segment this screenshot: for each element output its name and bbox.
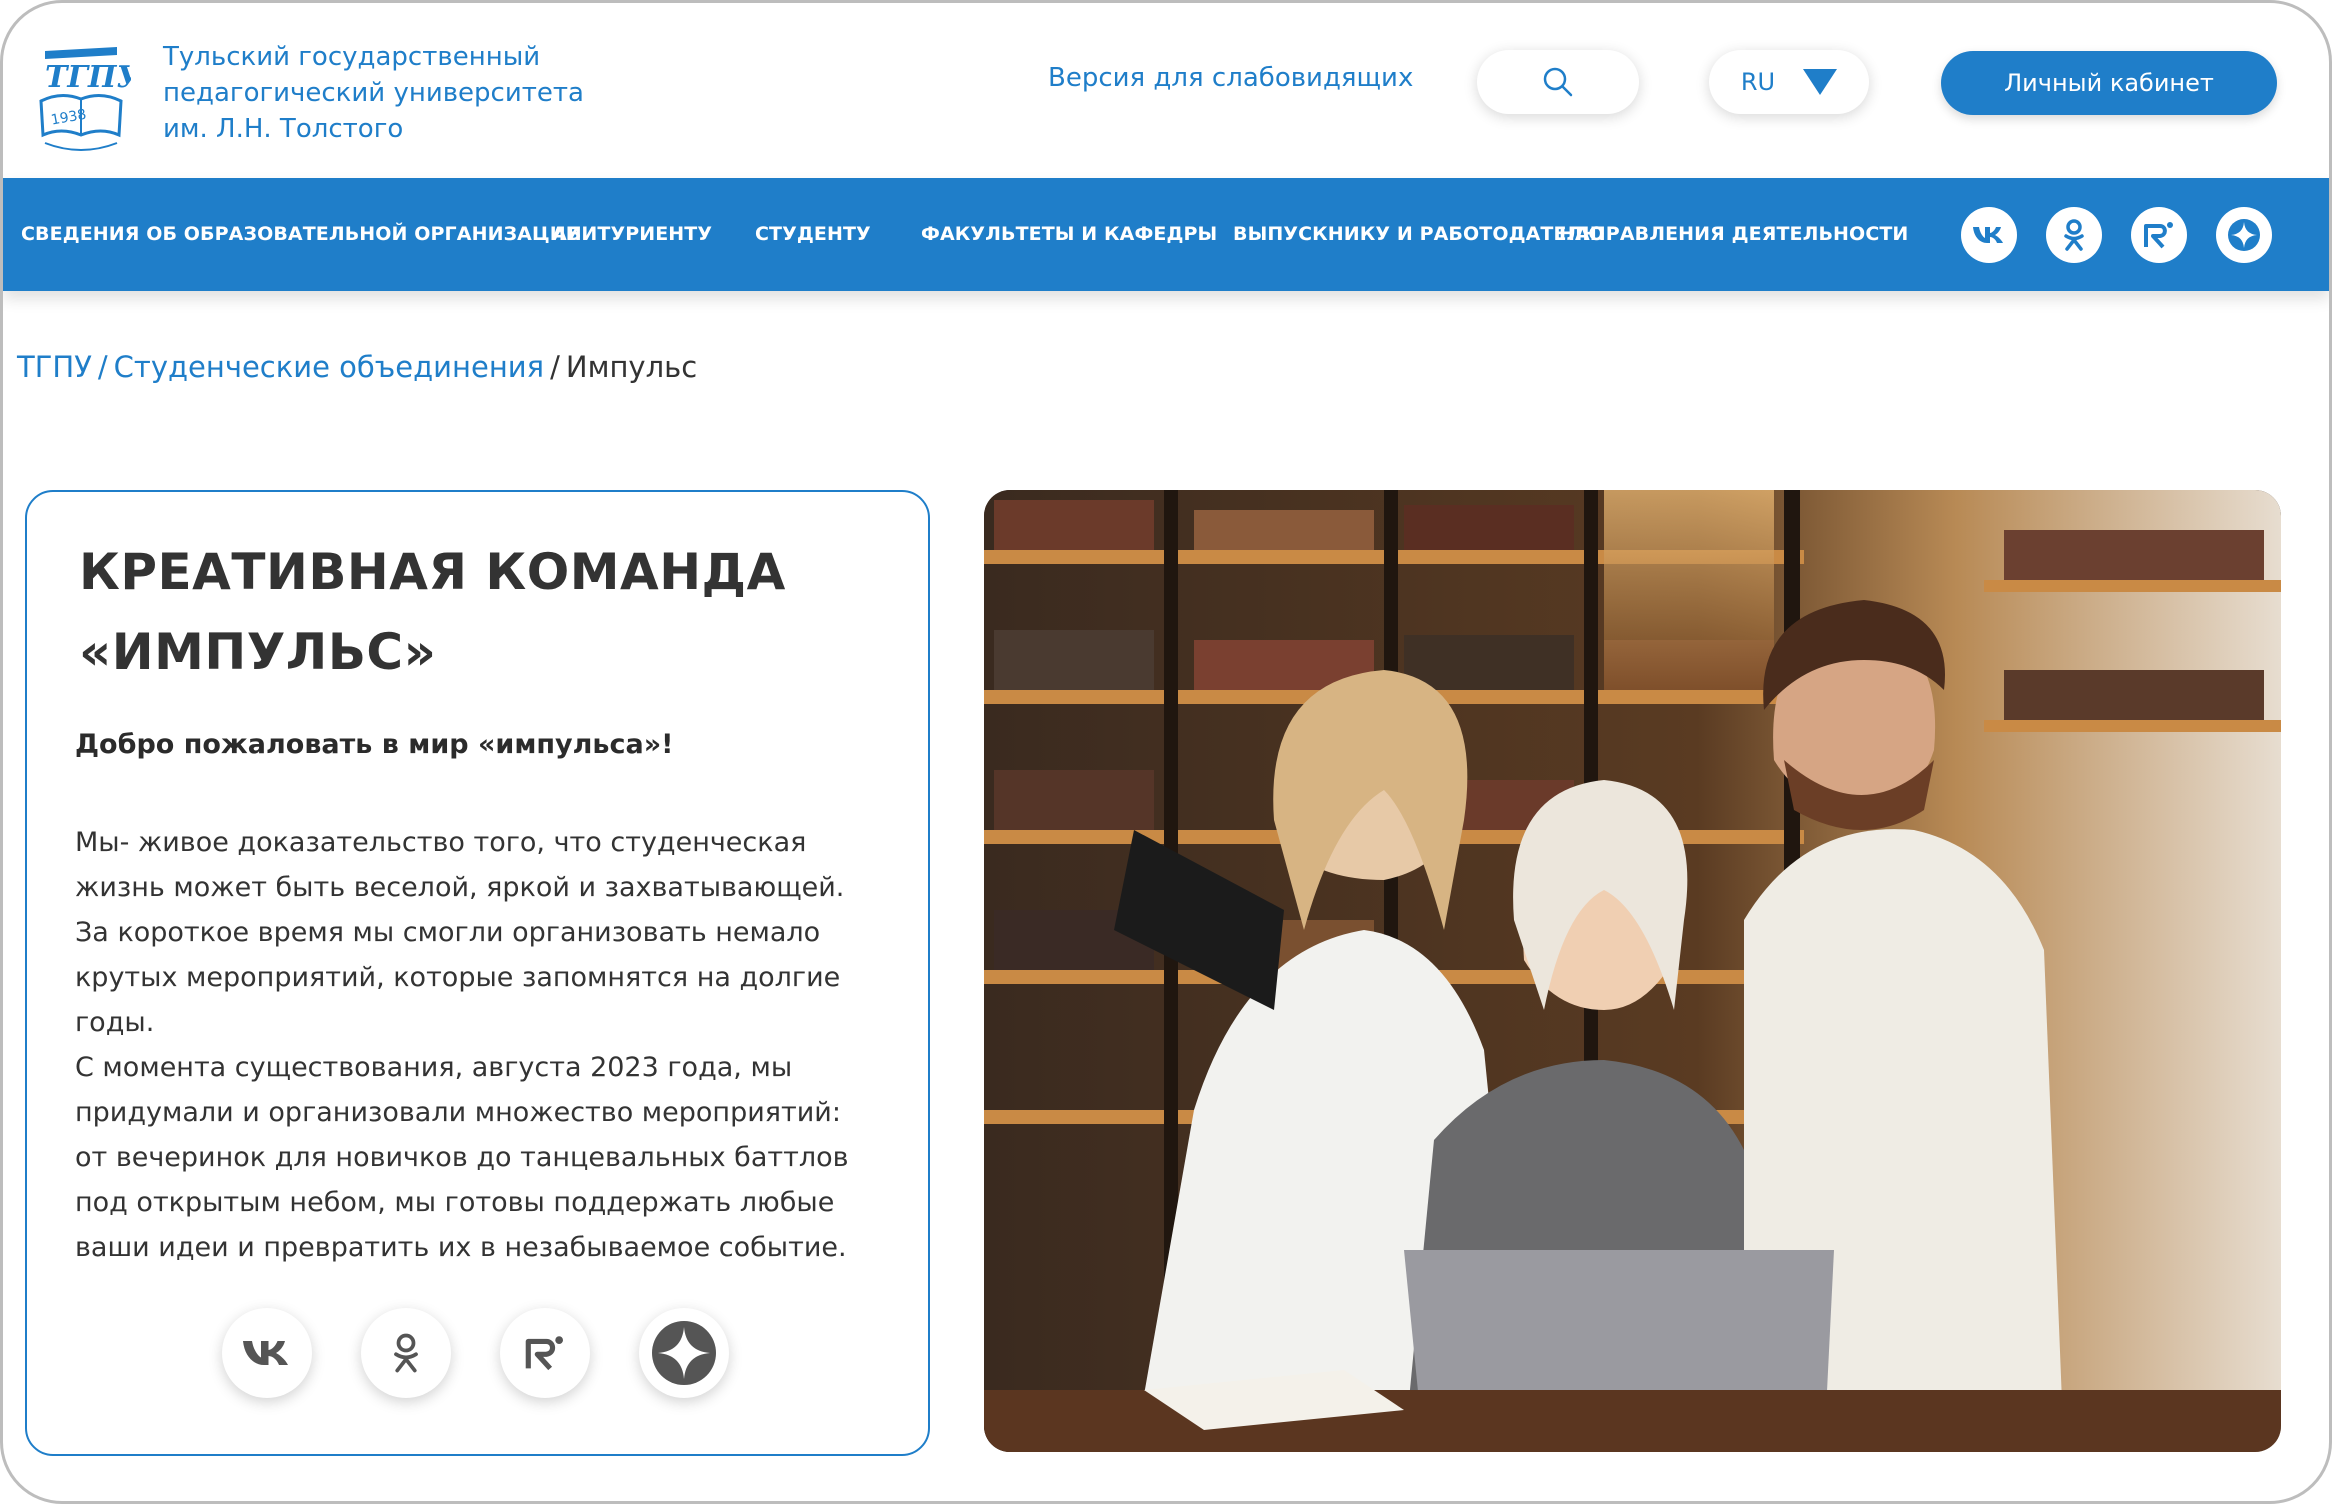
page-title-line-2: «ИМПУЛЬС» xyxy=(79,623,437,681)
description-line: под открытым небом, мы готовы поддержать… xyxy=(75,1187,835,1218)
site-header: ТГПУ 1938 Тульский государственный педаг… xyxy=(3,3,2329,178)
university-logo[interactable]: ТГПУ 1938 xyxy=(31,39,143,159)
logo-emblem-icon: ТГПУ 1938 xyxy=(39,47,143,151)
breadcrumb-home[interactable]: ТГПУ xyxy=(17,350,92,384)
search-button[interactable] xyxy=(1477,50,1639,114)
personal-cabinet-button[interactable]: Личный кабинет xyxy=(1941,51,2277,115)
university-name-line-2: педагогический университета xyxy=(163,78,584,108)
university-name-line-1: Тульский государственный xyxy=(163,42,541,72)
description-line: Мы- живое доказательство того, что студе… xyxy=(75,827,807,858)
breadcrumb: ТГПУ / Студенческие объединения / Импульс xyxy=(17,350,697,384)
description-line: За короткое время мы смогли организовать… xyxy=(75,917,821,948)
vk-icon xyxy=(243,1341,288,1365)
card-dzen-button[interactable] xyxy=(639,1308,729,1398)
odnoklassniki-icon xyxy=(2064,219,2084,251)
nav-item-organization[interactable]: СВЕДЕНИЯ ОБ ОБРАЗОВАТЕЛЬНОЙ ОРГАНИЗАЦИИ xyxy=(21,178,582,291)
main-navigation: СВЕДЕНИЯ ОБ ОБРАЗОВАТЕЛЬНОЙ ОРГАНИЗАЦИИ … xyxy=(3,178,2329,291)
nav-item-faculties[interactable]: ФАКУЛЬТЕТЫ И КАФЕДРЫ xyxy=(921,178,1217,291)
page-title: КРЕАТИВНАЯ КОМАНДА «ИМПУЛЬС» xyxy=(79,532,879,692)
nav-item-students[interactable]: СТУДЕНТУ xyxy=(755,178,871,291)
search-icon xyxy=(1543,67,1573,97)
description-line: крутых мероприятий, которые запомнятся н… xyxy=(75,962,841,993)
breadcrumb-section[interactable]: Студенческие объединения xyxy=(114,350,544,384)
vk-icon xyxy=(1973,227,2003,243)
rutube-icon xyxy=(2144,222,2173,249)
odnoklassniki-icon xyxy=(394,1333,418,1373)
nav-vk-button[interactable] xyxy=(1961,207,2017,263)
card-description: Мы- живое доказательство того, что студе… xyxy=(75,820,905,1270)
card-subtitle: Добро пожаловать в мир «импульса»! xyxy=(75,729,674,760)
card-rutube-button[interactable] xyxy=(500,1308,590,1398)
nav-dzen-button[interactable] xyxy=(2216,207,2272,263)
description-line: С момента существования, августа 2023 го… xyxy=(75,1052,793,1083)
breadcrumb-current: Импульс xyxy=(565,350,698,384)
dzen-icon xyxy=(2228,219,2260,251)
card-vk-button[interactable] xyxy=(222,1308,312,1398)
nav-item-applicants[interactable]: АБИТУРИЕНТУ xyxy=(552,178,712,291)
nav-ok-button[interactable] xyxy=(2046,207,2102,263)
description-line: жизнь может быть веселой, яркой и захват… xyxy=(75,872,845,903)
description-line: ваши идеи и превратить их в незабываемое… xyxy=(75,1232,847,1263)
nav-rutube-button[interactable] xyxy=(2131,207,2187,263)
page-title-line-1: КРЕАТИВНАЯ КОМАНДА xyxy=(79,543,786,601)
university-name[interactable]: Тульский государственный педагогический … xyxy=(163,39,623,147)
university-name-line-3: им. Л.Н. Толстого xyxy=(163,114,404,144)
nav-item-graduates[interactable]: ВЫПУСКНИКУ И РАБОТОДАТЕЛЮ xyxy=(1233,178,1605,291)
rutube-icon xyxy=(525,1336,563,1371)
description-line: годы. xyxy=(75,1007,155,1038)
nav-item-activities[interactable]: НАПРАВЛЕНИЯ ДЕЯТЕЛЬНОСТИ xyxy=(1559,178,1908,291)
language-value: RU xyxy=(1740,68,1776,96)
info-card: КРЕАТИВНАЯ КОМАНДА «ИМПУЛЬС» Добро пожал… xyxy=(25,490,930,1456)
students-library-image xyxy=(984,490,2281,1452)
chevron-down-icon xyxy=(1803,69,1838,95)
dzen-icon xyxy=(652,1321,716,1385)
logo-text: ТГПУ xyxy=(45,60,131,95)
description-line: придумали и организовали множество мероп… xyxy=(75,1097,841,1128)
team-photo xyxy=(984,490,2281,1452)
breadcrumb-separator: / xyxy=(550,350,560,384)
description-line: от вечеринок для новичков до танцевальны… xyxy=(75,1142,849,1173)
language-selector[interactable]: RU xyxy=(1709,50,1869,114)
page-frame: ТГПУ 1938 Тульский государственный педаг… xyxy=(0,0,2332,1504)
card-ok-button[interactable] xyxy=(361,1308,451,1398)
low-vision-link[interactable]: Версия для слабовидящих xyxy=(1048,63,1413,93)
breadcrumb-separator: / xyxy=(97,350,108,384)
